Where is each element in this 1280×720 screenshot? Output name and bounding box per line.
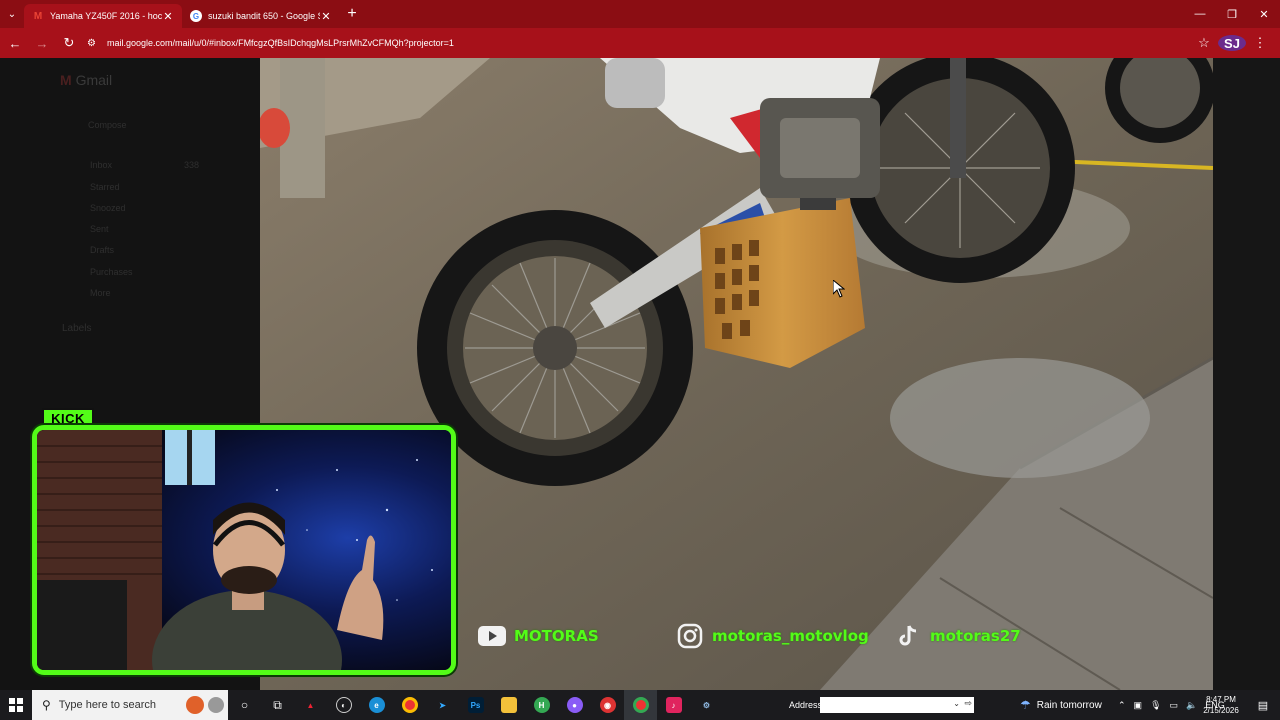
streamer-webcam	[37, 430, 451, 670]
youtube-handle: MOTORAS	[514, 627, 599, 645]
gmail-right-panel	[1213, 58, 1280, 690]
mouse-cursor-icon	[833, 280, 845, 298]
messenger-icon[interactable]: ●	[558, 690, 591, 720]
tab-search-button[interactable]: ⌄	[0, 0, 24, 28]
cortana-icon[interactable]: ○	[228, 690, 261, 720]
tiktok-social: motoras27	[894, 622, 1021, 650]
back-icon[interactable]: ←	[3, 31, 27, 55]
address-bar[interactable]: ⚙ mail.google.com/mail/u/0/#inbox/FMfcgz…	[87, 31, 1190, 55]
labels-heading: Labels	[62, 323, 92, 334]
tab-title: suzuki bandit 650 - Google Sea	[208, 11, 320, 21]
tray-expand-icon[interactable]: ⌃	[1118, 700, 1126, 711]
dropdown-icon[interactable]: ⌄	[953, 699, 960, 708]
compose-button[interactable]: Compose	[88, 120, 127, 130]
tab-suzuki[interactable]: G suzuki bandit 650 - Google Sea ✕	[182, 4, 340, 28]
close-window-icon[interactable]: ✕	[1248, 0, 1280, 28]
steam-icon[interactable]: ⚙	[690, 690, 723, 720]
chrome-profile-icon[interactable]: H	[525, 690, 558, 720]
app-red-icon[interactable]: ▲	[294, 690, 327, 720]
weather-text: Rain tomorrow	[1036, 699, 1102, 711]
weather-widget[interactable]: ☂ Rain tomorrow	[1020, 690, 1102, 720]
clock[interactable]: 8:47 PM 2/15/2026	[1198, 694, 1244, 716]
sidebar-item-sent[interactable]: Sent	[90, 224, 109, 234]
gmail-logo-text: Gmail	[75, 72, 113, 88]
clock-time: 8:47 PM	[1206, 695, 1236, 704]
tab-yamaha[interactable]: M Yamaha YZ450F 2016 - hocuvi ✕	[24, 4, 182, 28]
taskbar-search-input[interactable]: ⚲ Type here to search	[32, 690, 228, 720]
youtube-social: MOTORAS	[478, 622, 599, 650]
clock-date: 2/15/2026	[1203, 706, 1239, 715]
youtube-icon	[478, 624, 506, 648]
close-tab-icon[interactable]: ✕	[162, 10, 174, 23]
minimize-icon[interactable]: —	[1184, 0, 1216, 28]
window-controls: — ❐ ✕	[1184, 0, 1280, 28]
search-icon: ⚲	[42, 698, 51, 712]
new-tab-button[interactable]: +	[340, 5, 364, 23]
edge-icon[interactable]: e	[360, 690, 393, 720]
browser-toolbar: ← → ↻ ⚙ mail.google.com/mail/u/0/#inbox/…	[0, 28, 1280, 58]
address-toolbar-label: Address	[789, 700, 823, 710]
tiktok-handle: motoras27	[930, 627, 1021, 645]
mic-icon[interactable]: 🎙	[1150, 700, 1161, 711]
gmail-icon: M	[33, 10, 43, 22]
maximize-icon[interactable]: ❐	[1216, 0, 1248, 28]
profile-avatar[interactable]: SJ	[1218, 35, 1246, 51]
sidebar-item-snoozed[interactable]: Snoozed	[90, 203, 126, 213]
chrome-icon[interactable]	[393, 690, 426, 720]
tiktok-icon	[894, 624, 922, 648]
inbox-count: 338	[184, 160, 200, 170]
tray-app-icon[interactable]: ▣	[1134, 700, 1143, 711]
sidebar-item-drafts[interactable]: Drafts	[90, 245, 114, 255]
volume-icon[interactable]: 🔈	[1186, 700, 1197, 711]
browser-menu-icon[interactable]: ⋮	[1246, 35, 1274, 51]
app-blue-icon[interactable]: ➤	[426, 690, 459, 720]
sidebar-item-more[interactable]: More	[90, 288, 111, 298]
sidebar-item-starred[interactable]: Starred	[90, 182, 120, 192]
google-icon: G	[190, 10, 202, 22]
site-info-icon[interactable]: ⚙	[87, 38, 103, 49]
instagram-icon	[676, 623, 704, 649]
instagram-handle: motoras_motovlog	[712, 627, 869, 645]
gmail-logo: M Gmail	[60, 72, 113, 88]
notification-icon[interactable]: ▤	[1250, 690, 1276, 720]
sidebar-item-purchases[interactable]: Purchases	[90, 267, 133, 277]
bookmark-star-icon[interactable]: ☆	[1190, 35, 1218, 51]
file-explorer-icon[interactable]	[492, 690, 525, 720]
app-tool-icon[interactable]: ◐	[327, 690, 360, 720]
browser-tab-strip: ⌄ M Yamaha YZ450F 2016 - hocuvi ✕ G suzu…	[0, 0, 1280, 28]
chrome-active-icon[interactable]	[624, 690, 657, 720]
profile-initials: SJ	[1218, 35, 1246, 51]
url-text: mail.google.com/mail/u/0/#inbox/FMfcgzQf…	[107, 38, 454, 48]
windows-start-icon[interactable]	[0, 690, 32, 720]
tab-title: Yamaha YZ450F 2016 - hocuvi	[50, 11, 162, 21]
close-tab-icon[interactable]: ✕	[320, 10, 332, 23]
reload-icon[interactable]: ↻	[57, 31, 81, 55]
network-icon[interactable]: ▭	[1170, 700, 1179, 711]
search-highlight-icon	[186, 696, 204, 714]
search-extra-icon	[208, 697, 224, 713]
sidebar-item-inbox[interactable]: Inbox	[90, 160, 112, 170]
rain-icon: ☂	[1020, 698, 1031, 712]
search-placeholder: Type here to search	[58, 699, 157, 711]
app-circle-red-icon[interactable]: ◉	[591, 690, 624, 720]
task-view-icon[interactable]: ⧉	[261, 690, 294, 720]
forward-icon[interactable]: →	[30, 31, 54, 55]
windows-taskbar: ⚲ Type here to search ○ ⧉ ▲ ◐ e ➤ Ps H ●…	[0, 690, 1280, 720]
webcam-overlay	[32, 425, 456, 675]
go-icon[interactable]: ⇨	[964, 698, 972, 709]
address-toolbar-input[interactable]: ⌄ ⇨	[820, 697, 974, 713]
tiktok-app-icon[interactable]: ♪	[657, 690, 690, 720]
photoshop-icon[interactable]: Ps	[459, 690, 492, 720]
instagram-social: motoras_motovlog	[676, 622, 869, 650]
